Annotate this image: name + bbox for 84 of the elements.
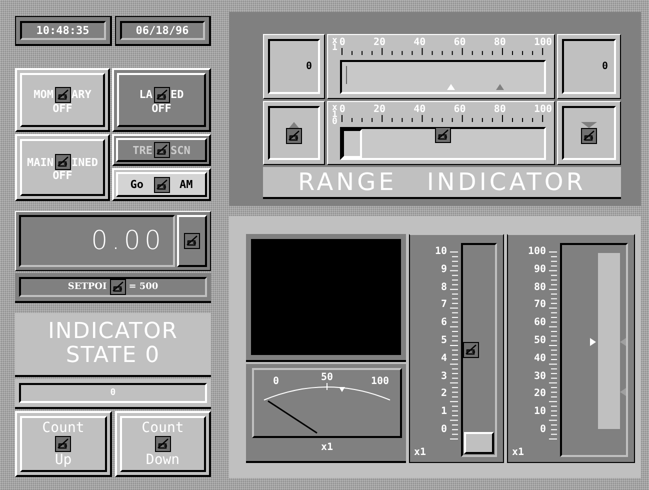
broken-image-icon xyxy=(184,233,200,249)
push-button[interactable]: MAIN INED OFF xyxy=(15,134,110,201)
scale-label: 20 xyxy=(374,105,386,115)
indicator-text: STATE 0 xyxy=(66,344,160,368)
broken-image-icon xyxy=(463,342,479,358)
scale-label: 100 xyxy=(534,38,552,48)
multiplier-label: x1 xyxy=(512,447,526,458)
limit-marker-icon xyxy=(496,84,504,90)
range-indicator-title: INDICATOR xyxy=(426,168,586,196)
scale-label: 2 xyxy=(440,389,447,400)
scale-label: 20 xyxy=(374,38,386,48)
broken-image-icon xyxy=(286,128,302,144)
setpoint-label: SETPOI xyxy=(68,282,107,292)
scale-label: 60 xyxy=(454,105,466,115)
scale-label: 0 xyxy=(440,424,447,435)
broken-image-icon xyxy=(55,436,72,452)
scale-label: 90 xyxy=(534,264,546,275)
scale-label: 60 xyxy=(534,318,546,328)
slider-thumb[interactable] xyxy=(463,342,479,358)
setpoint-marker-icon xyxy=(620,388,626,396)
broken-image-icon xyxy=(154,176,170,192)
scale-label: 40 xyxy=(414,38,426,48)
multiplier-label: x10 xyxy=(332,105,338,127)
value-display: 0 xyxy=(557,34,621,99)
scale-label: 0 xyxy=(339,105,346,115)
scale-label: 6 xyxy=(440,318,447,328)
push-button[interactable]: MOM ARY OFF xyxy=(15,68,110,132)
scale-label: 80 xyxy=(494,105,506,115)
scale-label: 50 xyxy=(534,336,546,346)
slider-thumb[interactable] xyxy=(435,127,451,143)
broken-image-icon xyxy=(581,128,597,144)
count-button[interactable]: Count Down xyxy=(114,411,211,477)
scale-label: 4 xyxy=(440,354,447,364)
broken-image-icon xyxy=(154,86,170,102)
slider-base xyxy=(464,432,494,454)
scale-label: 5 xyxy=(440,336,447,346)
scale-label: 3 xyxy=(440,372,447,382)
multiplier-label: x1 xyxy=(320,442,334,453)
increase-button[interactable] xyxy=(263,101,325,165)
broken-image-icon xyxy=(54,86,70,102)
scale-label: 8 xyxy=(440,282,447,293)
scale-label: 9 xyxy=(440,264,447,275)
scale-label: 80 xyxy=(494,38,506,48)
entry-button[interactable] xyxy=(177,215,207,267)
value-display: 0 xyxy=(263,34,325,99)
gauge-drawing: 0 50 100 xyxy=(254,370,400,436)
slider-track[interactable] xyxy=(461,243,497,457)
setpoint-marker-icon xyxy=(620,338,626,346)
count-button[interactable]: Count Up xyxy=(15,411,112,477)
scale-label: 0 xyxy=(540,424,546,435)
time-display: 10:48:35 xyxy=(20,21,106,40)
scale-label: 80 xyxy=(534,282,546,293)
broken-image-icon xyxy=(54,154,70,170)
range-indicator-title: RANGE xyxy=(298,168,397,196)
scale-label: 40 xyxy=(534,354,546,364)
scale-label: 10 xyxy=(534,407,546,418)
slider-track[interactable] xyxy=(340,127,546,160)
multiplier-label: x1 xyxy=(414,447,428,458)
value-display: 0.00 xyxy=(19,215,175,267)
setpoint-value: = 500 xyxy=(128,282,158,292)
broken-image-icon xyxy=(154,142,170,158)
scale-label: 100 xyxy=(528,247,546,257)
scale-label: 100 xyxy=(534,105,552,115)
scale-label: 70 xyxy=(534,300,546,310)
scale-label: 7 xyxy=(440,300,447,310)
scale-label: 20 xyxy=(534,389,546,400)
scale-label: 1 xyxy=(440,407,447,418)
mode-switch[interactable]: Go AM xyxy=(112,168,211,201)
broken-image-icon xyxy=(435,127,451,143)
scale-label: 10 xyxy=(434,247,447,257)
push-button[interactable]: LA ED OFF xyxy=(112,68,211,132)
scale-label: 30 xyxy=(534,372,546,382)
scale-label: 0 xyxy=(339,38,346,48)
counter-display: 0 xyxy=(19,383,207,403)
date-display: 06/18/96 xyxy=(120,21,205,40)
value-marker-icon xyxy=(590,338,596,346)
high-marker-icon xyxy=(447,84,456,90)
indicator-text: INDICATOR xyxy=(48,320,178,344)
broken-image-icon xyxy=(154,436,171,452)
low-range-box xyxy=(342,129,362,158)
decrease-button[interactable] xyxy=(557,101,621,165)
scale-label: 60 xyxy=(454,38,466,48)
scale-label: 40 xyxy=(414,105,426,115)
multiplier-label: x1 xyxy=(332,38,338,55)
